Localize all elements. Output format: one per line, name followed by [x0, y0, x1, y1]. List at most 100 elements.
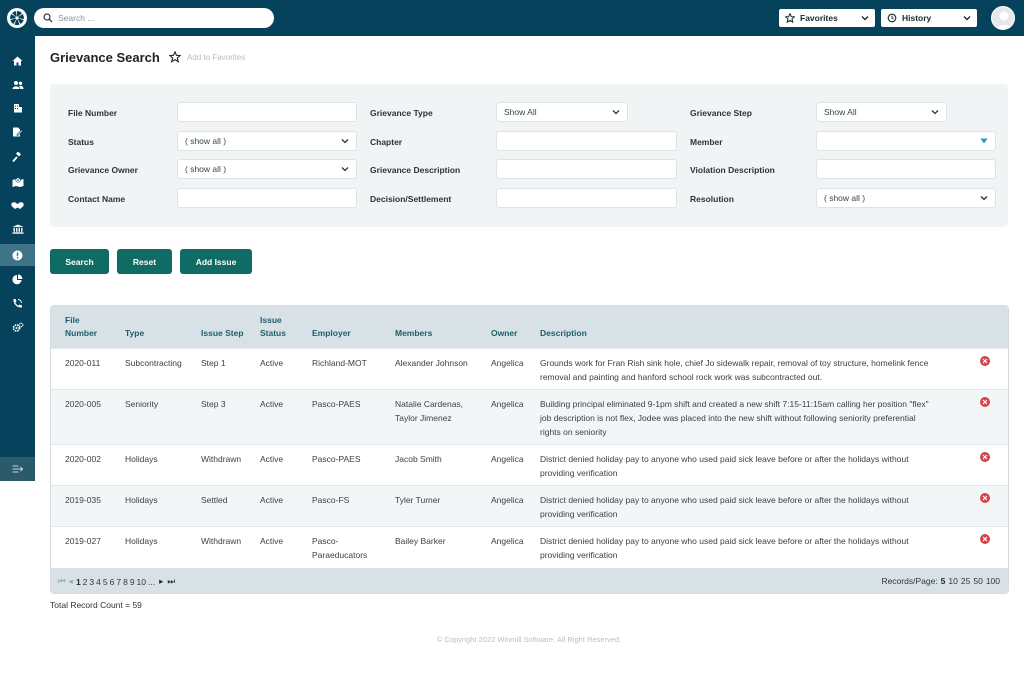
page-size-option[interactable]: 25	[961, 576, 970, 586]
global-search-input[interactable]	[58, 13, 258, 23]
table-row[interactable]: 2020-005 Seniority Step 3 Active Pasco-P…	[51, 389, 1008, 444]
reset-button[interactable]: Reset	[117, 249, 172, 274]
sidebar-item-settings[interactable]	[0, 316, 35, 338]
delete-icon[interactable]	[980, 397, 990, 407]
sidebar-item-locations[interactable]	[0, 171, 35, 193]
add-to-favorites-link[interactable]: Add to Favorites	[187, 53, 245, 62]
cell-file-number[interactable]: 2020-002	[65, 452, 101, 466]
column-header-type[interactable]: Type	[125, 327, 144, 340]
grievance-type-select[interactable]: Show All	[496, 102, 628, 122]
column-header-file-number-line1: File	[65, 315, 80, 325]
map-icon	[12, 177, 23, 187]
chapter-input[interactable]	[496, 131, 677, 151]
page-link[interactable]: 7	[116, 577, 121, 587]
delete-icon[interactable]	[980, 534, 990, 544]
sidebar-collapse-toggle[interactable]	[0, 457, 35, 481]
last-page-icon[interactable]: ⏭	[167, 576, 175, 587]
page-link[interactable]: 10	[137, 577, 146, 587]
page-link[interactable]: 6	[110, 577, 115, 587]
prev-page-icon[interactable]: ◂	[69, 576, 73, 587]
app-logo-icon[interactable]	[7, 8, 27, 28]
cell-description: District denied holiday pay to anyone wh…	[540, 534, 960, 562]
table-row[interactable]: 2020-011 Subcontracting Step 1 Active Ri…	[51, 348, 1008, 389]
decision-settlement-input[interactable]	[496, 188, 677, 208]
next-page-icon[interactable]: ▸	[159, 576, 163, 587]
table-row[interactable]: 2019-035 Holidays Settled Active Pasco-F…	[51, 485, 1008, 526]
contact-name-input[interactable]	[177, 188, 357, 208]
sidebar-item-members[interactable]	[0, 74, 35, 96]
table-footer: ⏮ ◂ 1 2 3 4 5 6 7 8 9 10 ... ▸ ⏭ Records…	[51, 568, 1008, 593]
cell-issue-step: Withdrawn	[201, 454, 242, 464]
column-header-owner[interactable]: Owner	[491, 327, 517, 340]
page-link[interactable]: 4	[96, 577, 101, 587]
delete-icon[interactable]	[980, 452, 990, 462]
handshake-icon	[11, 201, 24, 209]
search-button[interactable]: Search	[50, 249, 109, 274]
favorites-dropdown[interactable]: Favorites	[779, 9, 875, 27]
filter-panel: File Number Status ( show all ) Grievanc…	[50, 84, 1008, 227]
resolution-select[interactable]: ( show all )	[816, 188, 996, 208]
page-size-option[interactable]: 10	[948, 576, 957, 586]
page-link-more[interactable]: ...	[148, 577, 155, 587]
delete-icon[interactable]	[980, 493, 990, 503]
page-link[interactable]: 9	[130, 577, 135, 587]
table-row[interactable]: 2020-002 Holidays Withdrawn Active Pasco…	[51, 444, 1008, 485]
page-size-option[interactable]: 5	[941, 576, 946, 586]
add-issue-button[interactable]: Add Issue	[180, 249, 252, 274]
status-select[interactable]: ( show all )	[177, 131, 357, 151]
column-header-employer[interactable]: Employer	[312, 327, 351, 340]
delete-icon[interactable]	[980, 356, 990, 366]
column-header-issue-status-line1: Issue	[260, 315, 282, 325]
column-header-issue-status[interactable]: Issue Status	[260, 314, 286, 340]
sidebar-item-contracts[interactable]	[0, 121, 35, 143]
member-select[interactable]	[816, 131, 996, 151]
cell-description-line1: District denied holiday pay to anyone wh…	[540, 495, 909, 505]
global-search[interactable]	[34, 8, 274, 28]
status-select-value: ( show all )	[185, 136, 227, 146]
page-link[interactable]: 5	[103, 577, 108, 587]
grievance-step-select[interactable]: Show All	[816, 102, 947, 122]
sidebar-item-home[interactable]	[0, 50, 35, 72]
user-avatar[interactable]	[991, 6, 1015, 30]
triangle-down-icon	[980, 138, 988, 144]
grievance-description-input[interactable]	[496, 159, 677, 179]
first-page-icon[interactable]: ⏮	[58, 576, 66, 587]
cell-employer-line1: Pasco-PAES	[312, 399, 361, 409]
table-row[interactable]: 2019-027 Holidays Withdrawn Active Pasco…	[51, 526, 1008, 568]
page-link[interactable]: 2	[83, 577, 88, 587]
grievance-owner-select[interactable]: ( show all )	[177, 159, 357, 179]
sidebar-item-communications[interactable]	[0, 292, 35, 314]
phone-signal-icon	[13, 298, 22, 308]
cell-issue-status: Active	[260, 454, 284, 464]
chevron-down-icon	[963, 16, 971, 21]
star-outline-icon[interactable]	[169, 51, 181, 63]
sidebar-item-grievances[interactable]	[0, 244, 35, 266]
page-link[interactable]: 1	[76, 577, 81, 587]
violation-description-input[interactable]	[816, 159, 996, 179]
sidebar-item-negotiations[interactable]	[0, 194, 35, 216]
cell-type: Holidays	[125, 495, 158, 505]
file-number-input[interactable]	[177, 102, 357, 122]
page-link[interactable]: 3	[89, 577, 94, 587]
sidebar-item-legal[interactable]	[0, 146, 35, 168]
sidebar-item-finance[interactable]	[0, 218, 35, 240]
page-link[interactable]: 8	[123, 577, 128, 587]
records-per-page: Records/Page: 5 10 25 50 100	[878, 576, 1000, 586]
cell-file-number[interactable]: 2019-027	[65, 534, 101, 548]
sidebar-item-reports[interactable]	[0, 268, 35, 290]
column-header-issue-step[interactable]: Issue Step	[201, 327, 244, 340]
cell-file-number[interactable]: 2020-011	[65, 356, 100, 370]
sidebar-item-employers[interactable]	[0, 97, 35, 119]
column-header-members[interactable]: Members	[395, 327, 432, 340]
cell-members: Tyler Turner	[395, 493, 440, 507]
page-size-option[interactable]: 100	[986, 576, 1000, 586]
column-header-file-number[interactable]: File Number	[65, 314, 97, 340]
top-bar: Favorites History	[0, 0, 1024, 36]
cell-file-number[interactable]: 2020-005	[65, 397, 101, 411]
history-dropdown[interactable]: History	[881, 9, 977, 27]
column-header-description[interactable]: Description	[540, 327, 587, 340]
page-size-option[interactable]: 50	[973, 576, 982, 586]
cell-file-number[interactable]: 2019-035	[65, 493, 101, 507]
column-header-issue-status-line2: Status	[260, 328, 286, 338]
grievance-alert-icon	[12, 250, 23, 260]
